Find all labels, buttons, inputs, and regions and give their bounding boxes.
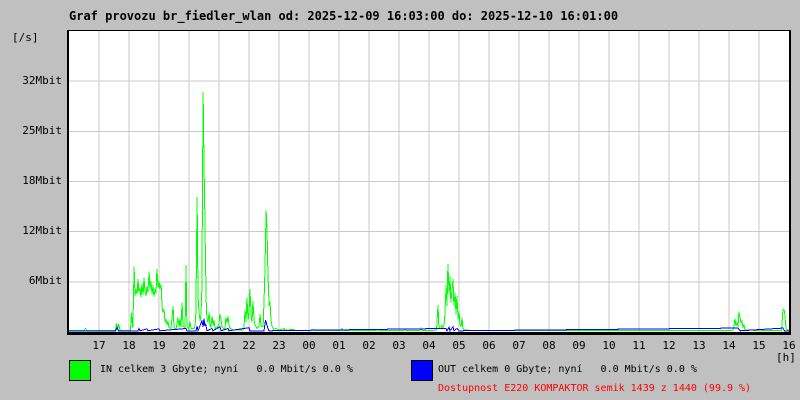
graph-title: Graf provozu br_fiedler_wlan od: 2025-12… — [69, 9, 619, 23]
traffic-graph-page: { "title": "Graf provozu br_fiedler_wlan… — [0, 0, 800, 400]
availability-status-text: Dostupnost E220 KOMPAKTOR semik 1439 z 1… — [438, 383, 752, 394]
y-tick-label: 18Mbit — [22, 174, 62, 187]
y-tick-label: 25Mbit — [22, 124, 62, 137]
x-tick-label: 06 — [482, 339, 496, 352]
x-tick-label: 10 — [602, 339, 616, 352]
x-tick-label: 19 — [152, 339, 166, 352]
x-tick-label: 05 — [452, 339, 466, 352]
x-tick-label: 09 — [572, 339, 586, 352]
x-axis-unit-label: [h] — [776, 351, 796, 364]
x-tick-label: 21 — [212, 339, 226, 352]
y-axis-unit-label: [/s] — [12, 31, 39, 44]
legend-in-swatch — [69, 360, 91, 381]
x-tick-label: 08 — [542, 339, 556, 352]
y-tick-label: 6Mbit — [28, 274, 62, 287]
x-tick-label: 14 — [722, 339, 736, 352]
y-tick-label: 32Mbit — [22, 74, 62, 87]
x-tick-label: 13 — [692, 339, 706, 352]
legend-in-label: IN celkem 3 Gbyte; nyní 0.0 Mbit/s 0.0 % — [100, 364, 353, 375]
x-tick-label: 20 — [182, 339, 196, 352]
x-tick-label: 22 — [242, 339, 256, 352]
plot-area — [67, 30, 791, 335]
x-tick-label: 23 — [272, 339, 286, 352]
x-tick-label: 07 — [512, 339, 526, 352]
legend-out-label: OUT celkem 0 Gbyte; nyní 0.0 Mbit/s 0.0 … — [438, 364, 697, 375]
x-tick-label: 04 — [422, 339, 436, 352]
x-tick-label: 12 — [662, 339, 676, 352]
traffic-chart — [69, 31, 789, 332]
x-tick-label: 17 — [92, 339, 106, 352]
legend-out-swatch — [411, 360, 433, 381]
x-tick-label: 11 — [632, 339, 646, 352]
x-tick-label: 03 — [392, 339, 406, 352]
x-tick-label: 00 — [302, 339, 316, 352]
x-tick-label: 18 — [122, 339, 136, 352]
y-tick-label: 12Mbit — [22, 224, 62, 237]
x-tick-label: 02 — [362, 339, 376, 352]
x-tick-label: 01 — [332, 339, 346, 352]
x-tick-label: 15 — [752, 339, 766, 352]
